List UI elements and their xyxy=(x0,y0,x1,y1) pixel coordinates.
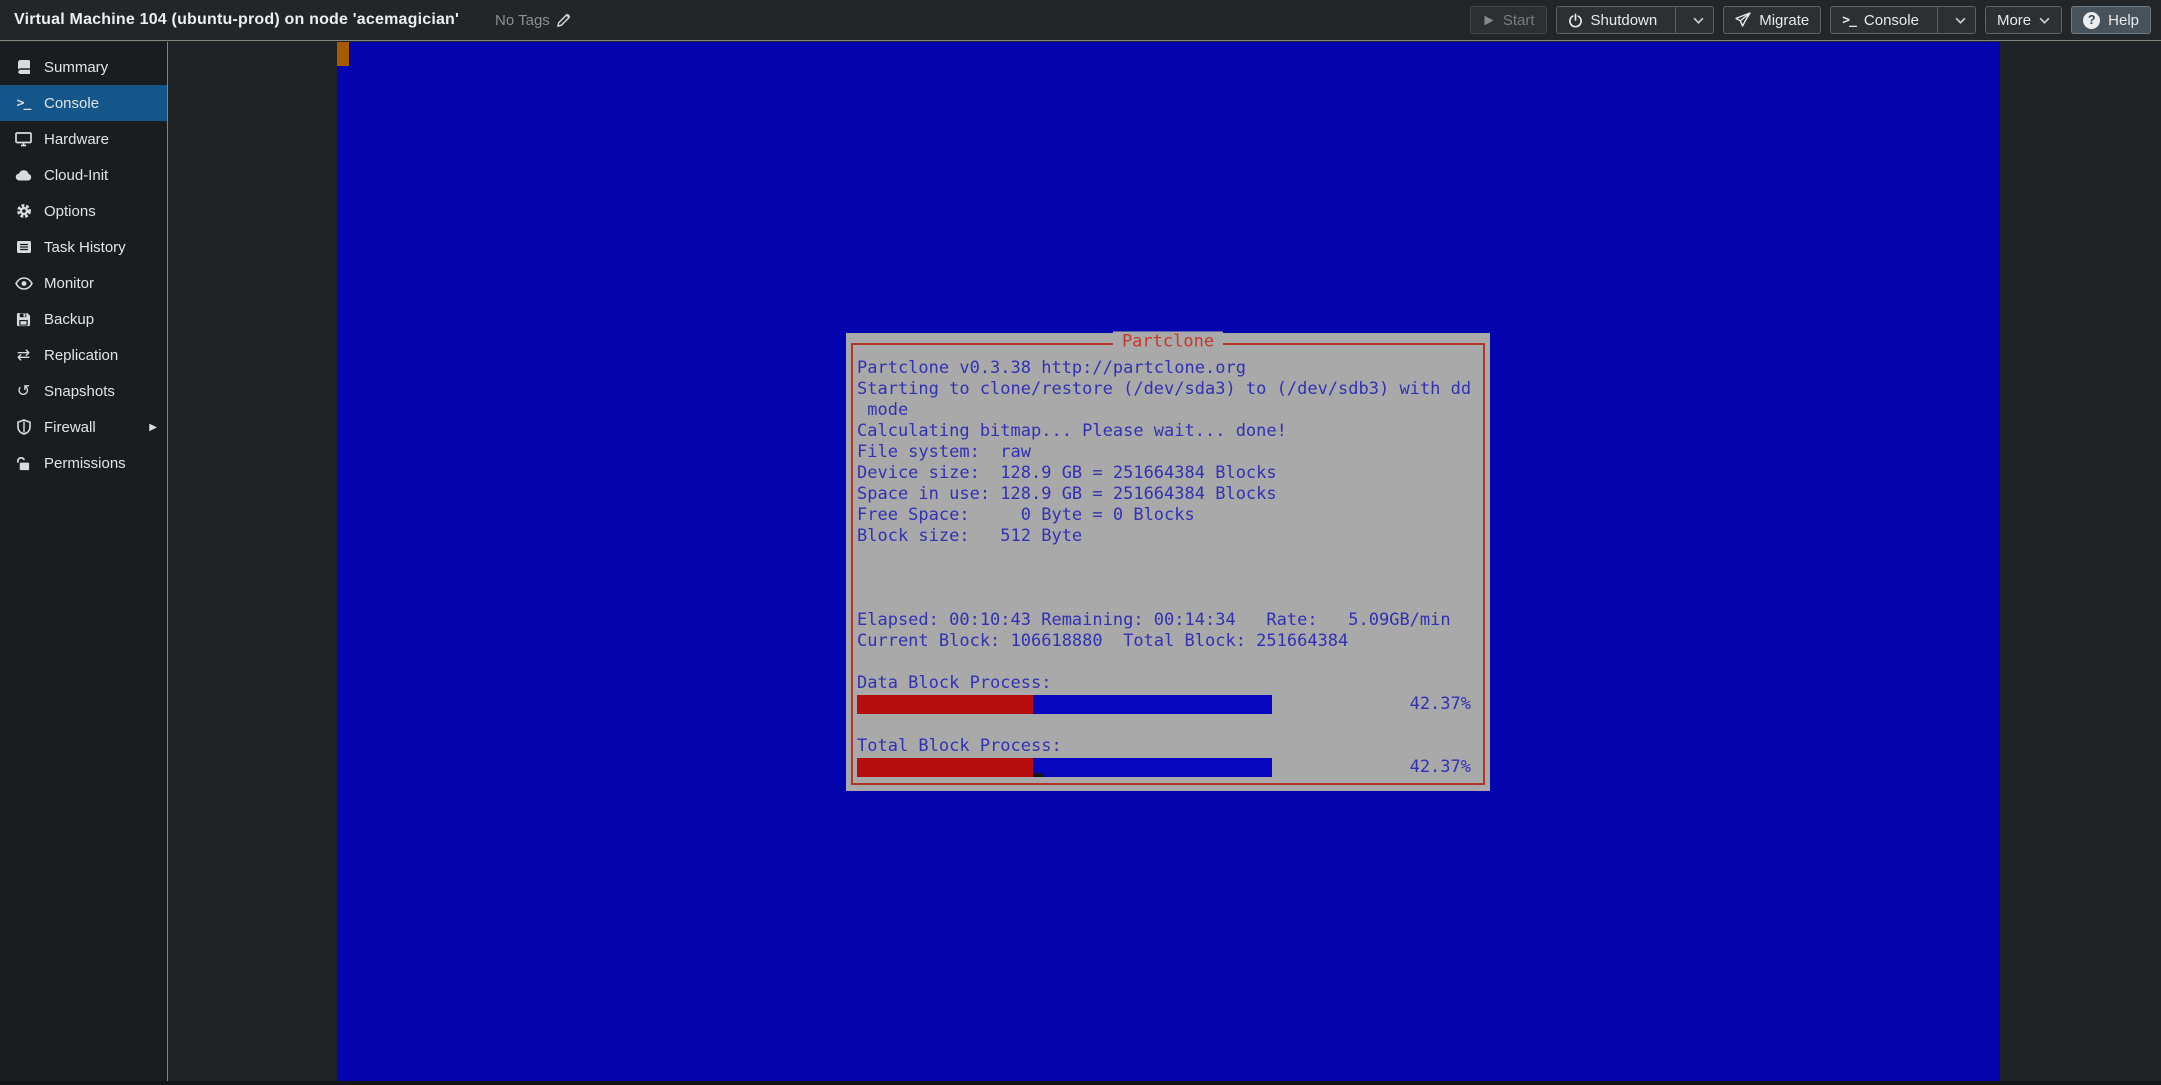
total-block-progress-fill xyxy=(857,758,1033,777)
retweet-icon: ⇄ xyxy=(14,347,33,363)
vnc-display[interactable]: Partclone Partclone v0.3.38 http://partc… xyxy=(337,42,2000,1081)
sidebar-item-backup[interactable]: Backup xyxy=(0,301,167,337)
partclone-dialog-title: Partclone xyxy=(1113,331,1223,352)
window-bottom-edge xyxy=(0,1081,2161,1085)
chevron-right-icon: ▶ xyxy=(149,422,157,433)
sidebar-item-monitor[interactable]: Monitor xyxy=(0,265,167,301)
partclone-block-size-line: Block size: 512 Byte xyxy=(857,526,1479,547)
partclone-start-line-wrap: mode xyxy=(857,400,1479,421)
partclone-dialog: Partclone Partclone v0.3.38 http://partc… xyxy=(846,333,1490,791)
partclone-start-line: Starting to clone/restore (/dev/sda3) to… xyxy=(857,379,1479,400)
partclone-current-block-line: Current Block: 106618880 Total Block: 25… xyxy=(857,631,1479,652)
partclone-output: Partclone v0.3.38 http://partclone.org S… xyxy=(857,358,1479,778)
chevron-down-icon[interactable] xyxy=(1946,17,1975,24)
data-block-process-label: Data Block Process: xyxy=(857,673,1479,694)
help-button[interactable]: ? Help xyxy=(2071,6,2151,34)
terminal-cursor xyxy=(1033,773,1044,777)
question-circle-icon: ? xyxy=(2083,12,2100,29)
list-icon xyxy=(14,239,33,255)
history-icon: ↺ xyxy=(14,383,33,399)
partclone-filesystem-line: File system: raw xyxy=(857,442,1479,463)
data-block-percent: 42.37% xyxy=(1410,694,1471,715)
total-block-progress-bar xyxy=(857,758,1272,777)
partclone-version-line: Partclone v0.3.38 http://partclone.org xyxy=(857,358,1479,379)
partclone-space-in-use-line: Space in use: 128.9 GB = 251664384 Block… xyxy=(857,484,1479,505)
vga-cursor-block xyxy=(337,42,349,66)
sidebar-item-hardware[interactable]: Hardware xyxy=(0,121,167,157)
sidebar-item-summary[interactable]: Summary xyxy=(0,49,167,85)
toolbar-buttons: Start Shutdown Migrate >_ Console xyxy=(1470,6,2151,34)
toolbar: Virtual Machine 104 (ubuntu-prod) on nod… xyxy=(0,0,2161,41)
sidebar-item-options[interactable]: Options xyxy=(0,193,167,229)
sidebar-item-permissions[interactable]: Permissions xyxy=(0,445,167,481)
chevron-down-icon[interactable] xyxy=(1684,17,1713,24)
partclone-device-size-line: Device size: 128.9 GB = 251664384 Blocks xyxy=(857,463,1479,484)
vm-sidebar: Summary >_ Console Hardware Cloud-Init O… xyxy=(0,42,168,1081)
unlock-icon xyxy=(14,456,33,471)
no-tags-label: No Tags xyxy=(495,12,550,29)
shield-icon xyxy=(14,419,33,435)
tags-control[interactable]: No Tags xyxy=(495,12,571,29)
total-block-percent: 42.37% xyxy=(1410,757,1471,778)
total-block-progress-row: 42.37% xyxy=(857,757,1479,778)
more-button[interactable]: More xyxy=(1985,6,2062,34)
data-block-progress-bar xyxy=(857,695,1272,714)
partclone-free-space-line: Free Space: 0 Byte = 0 Blocks xyxy=(857,505,1479,526)
gear-icon xyxy=(14,203,33,219)
sidebar-item-replication[interactable]: ⇄ Replication xyxy=(0,337,167,373)
eye-icon xyxy=(14,277,33,290)
desktop-icon xyxy=(14,131,33,147)
shutdown-button[interactable]: Shutdown xyxy=(1556,6,1715,34)
migrate-button[interactable]: Migrate xyxy=(1723,6,1821,34)
sidebar-item-cloud-init[interactable]: Cloud-Init xyxy=(0,157,167,193)
terminal-icon: >_ xyxy=(1842,13,1856,28)
sidebar-item-console[interactable]: >_ Console xyxy=(0,85,167,121)
sidebar-item-task-history[interactable]: Task History xyxy=(0,229,167,265)
sidebar-item-snapshots[interactable]: ↺ Snapshots xyxy=(0,373,167,409)
console-panel: Partclone Partclone v0.3.38 http://partc… xyxy=(169,42,2161,1081)
console-button[interactable]: >_ Console xyxy=(1830,6,1976,34)
page-title: Virtual Machine 104 (ubuntu-prod) on nod… xyxy=(14,11,459,29)
partclone-elapsed-line: Elapsed: 00:10:43 Remaining: 00:14:34 Ra… xyxy=(857,610,1479,631)
data-block-progress-fill xyxy=(857,695,1033,714)
data-block-progress-row: 42.37% xyxy=(857,694,1479,715)
total-block-process-label: Total Block Process: xyxy=(857,736,1479,757)
floppy-icon xyxy=(14,312,33,327)
pencil-icon xyxy=(556,13,571,28)
terminal-icon: >_ xyxy=(14,96,33,111)
paper-plane-icon xyxy=(1735,12,1751,28)
play-icon xyxy=(1482,14,1495,27)
chevron-down-icon xyxy=(2039,17,2050,24)
cloud-icon xyxy=(14,168,33,182)
power-icon xyxy=(1568,13,1583,28)
book-icon xyxy=(14,59,33,75)
partclone-bitmap-line: Calculating bitmap... Please wait... don… xyxy=(857,421,1479,442)
sidebar-item-firewall[interactable]: Firewall ▶ xyxy=(0,409,167,445)
start-button[interactable]: Start xyxy=(1470,6,1547,34)
